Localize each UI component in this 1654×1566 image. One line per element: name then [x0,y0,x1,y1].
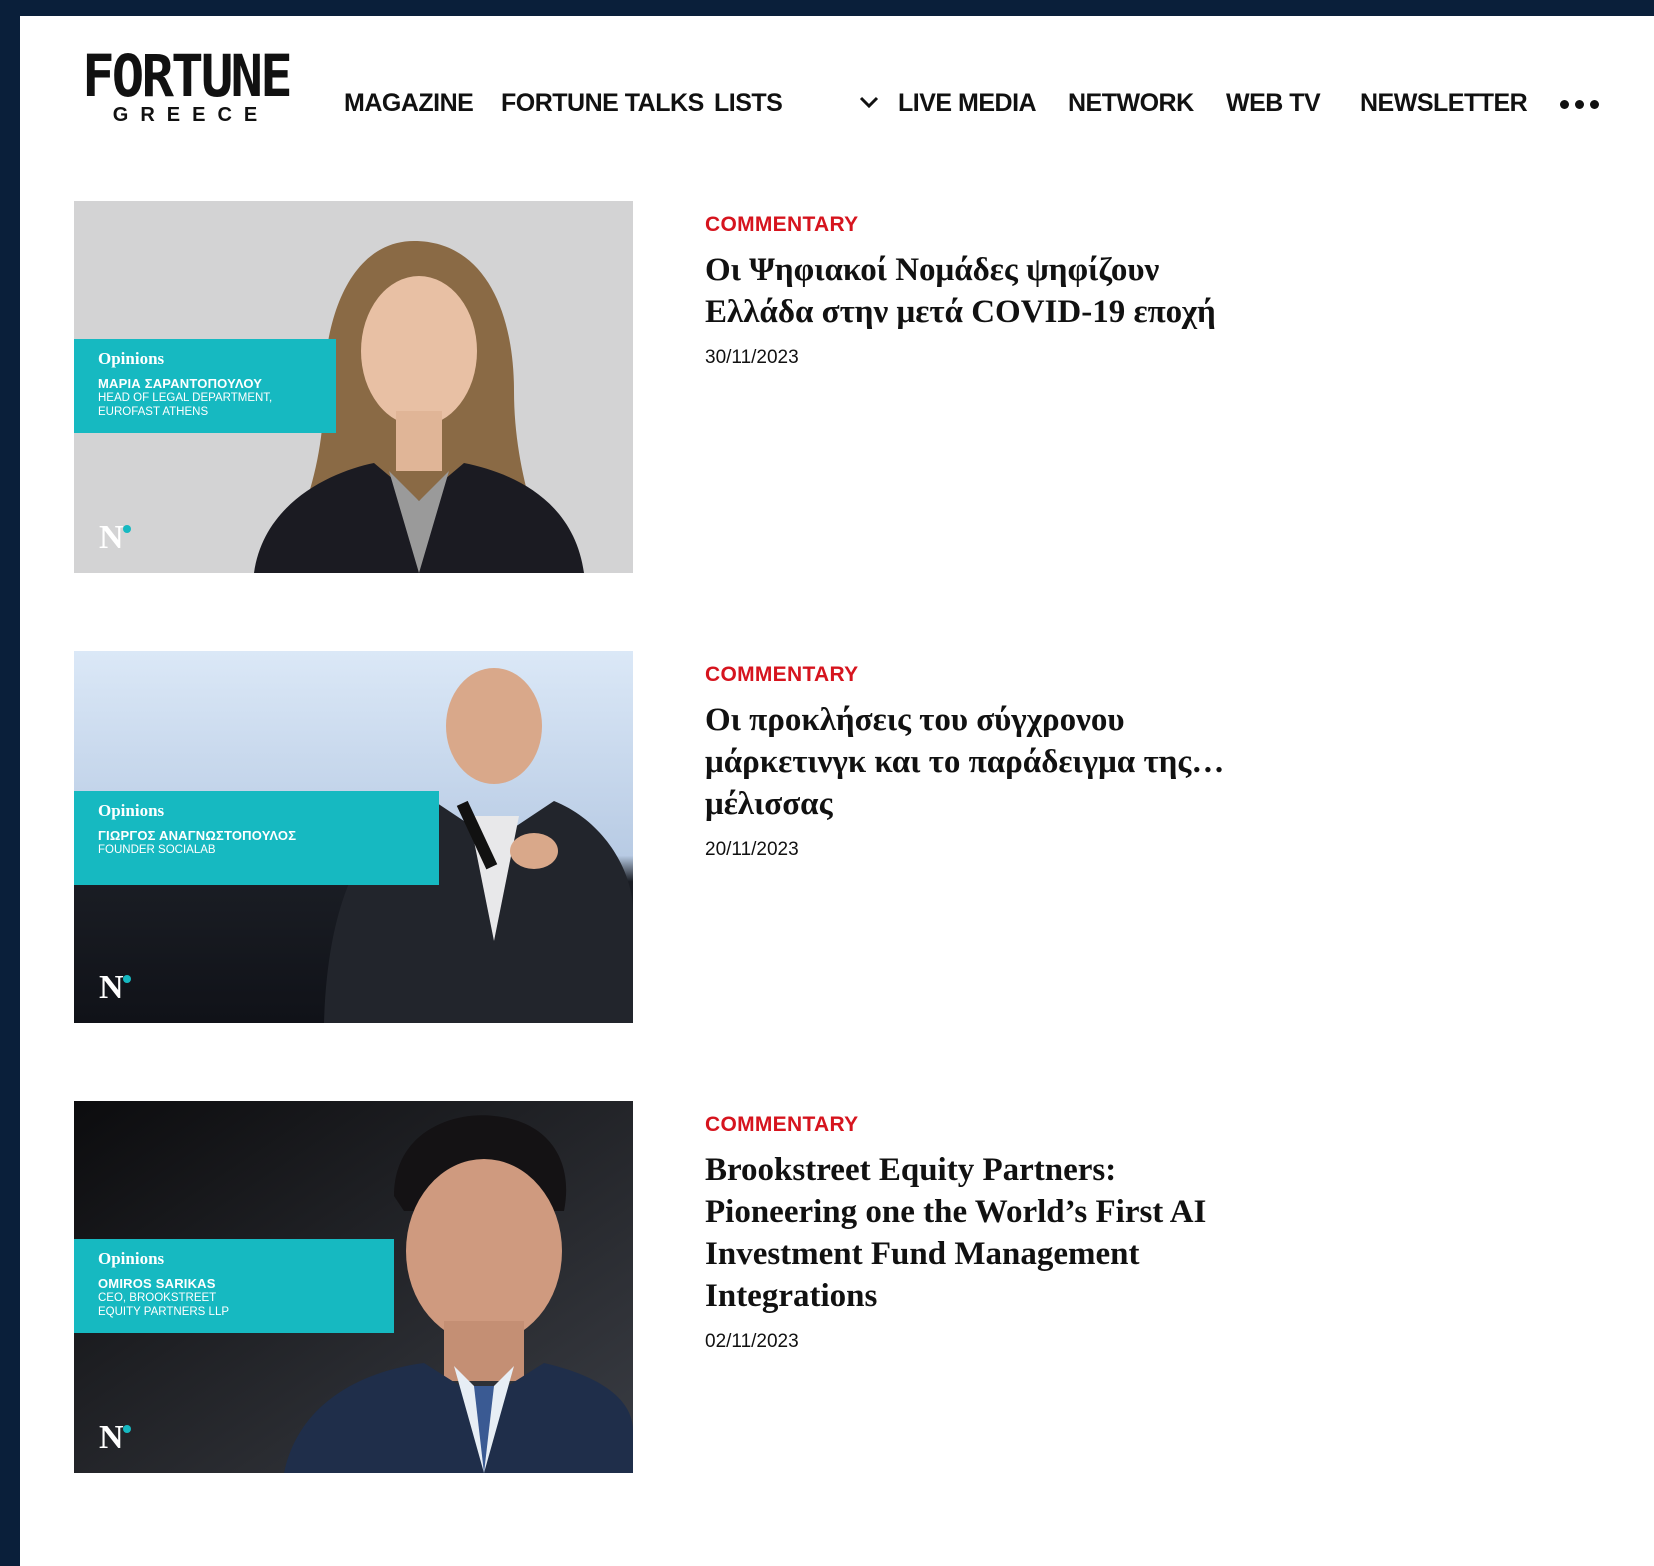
overlay-author-name: OMIROS SARIKAS [98,1276,216,1291]
article-thumbnail[interactable]: Opinions ΓΙΩΡΓΟΣ ΑΝΑΓΝΩΣΤΟΠΟΥΛΟΣ FOUNDER… [74,651,633,1023]
logo-wordmark: FORTUNE [82,42,293,110]
article-text: COMMENTARY Brookstreet Equity Partners: … [705,1101,1265,1353]
opinion-overlay: Opinions ΜΑΡΙΑ ΣΑΡΑΝΤΟΠΟΥΛΟΥ HEAD OF LEG… [74,339,336,433]
article-date: 20/11/2023 [705,839,799,860]
nav-item-live-media[interactable]: LIVE MEDIA [898,89,1037,118]
nav-item-network[interactable]: NETWORK [1068,89,1194,118]
article-category[interactable]: COMMENTARY [705,663,1265,687]
article-card: Opinions ΜΑΡΙΑ ΣΑΡΑΝΤΟΠΟΥΛΟΥ HEAD OF LEG… [74,201,1574,576]
overlay-label: Opinions [98,801,165,820]
article-title[interactable]: Οι προκλήσεις του σύγχρονου μάρκετινγκ κ… [705,699,1265,825]
page-frame: FORTUNE GREECE MAGAZINE FORTUNE TALKS LI… [20,16,1654,1566]
nav-item-magazine[interactable]: MAGAZINE [344,89,474,118]
article-text: COMMENTARY Οι Ψηφιακοί Νομάδες ψηφίζουν … [705,201,1265,369]
overlay-author-role: CEO, BROOKSTREET EQUITY PARTNERS LLP [98,1292,230,1318]
article-thumbnail[interactable]: Opinions ΜΑΡΙΑ ΣΑΡΑΝΤΟΠΟΥΛΟΥ HEAD OF LEG… [74,201,633,573]
overlay-author-role: HEAD OF LEGAL DEPARTMENT, EUROFAST ATHEN… [98,392,273,418]
article-category[interactable]: COMMENTARY [705,1113,1265,1137]
overlay-author-name: ΓΙΩΡΓΟΣ ΑΝΑΓΝΩΣΤΟΠΟΥΛΟΣ [98,828,297,843]
article-date: 02/11/2023 [705,1331,799,1352]
brand-dot-icon [123,1425,131,1433]
article-title[interactable]: Οι Ψηφιακοί Νομάδες ψηφίζουν Ελλάδα στην… [705,249,1265,333]
overlay-label: Opinions [98,1249,165,1268]
article-text: COMMENTARY Οι προκλήσεις του σύγχρονου μ… [705,651,1265,861]
brand-n-icon: N [99,1419,124,1456]
opinion-overlay: Opinions ΓΙΩΡΓΟΣ ΑΝΑΓΝΩΣΤΟΠΟΥΛΟΣ FOUNDER… [74,791,439,885]
nav-item-lists[interactable]: LISTS [714,89,783,118]
opinion-overlay: Opinions OMIROS SARIKAS CEO, BROOKSTREET… [74,1239,394,1333]
nav-item-fortune-talks[interactable]: FORTUNE TALKS [501,89,704,118]
brand-n-icon: N [99,969,124,1006]
overlay-author-role: FOUNDER SOCIALAB [98,844,216,856]
more-dots-icon[interactable] [1560,100,1604,110]
article-card: Opinions OMIROS SARIKAS CEO, BROOKSTREET… [74,1101,1574,1476]
overlay-author-name: ΜΑΡΙΑ ΣΑΡΑΝΤΟΠΟΥΛΟΥ [98,376,263,391]
overlay-label: Opinions [98,349,165,368]
brand-n-icon: N [99,519,124,556]
brand-dot-icon [123,975,131,983]
chevron-down-icon[interactable] [858,95,880,109]
brand-dot-icon [123,525,131,533]
fortune-greece-logo[interactable]: FORTUNE GREECE [74,46,298,127]
article-date: 30/11/2023 [705,347,799,368]
article-category[interactable]: COMMENTARY [705,213,1265,237]
nav-item-newsletter[interactable]: NEWSLETTER [1360,89,1528,118]
nav-item-web-tv[interactable]: WEB TV [1226,89,1321,118]
article-card: Opinions ΓΙΩΡΓΟΣ ΑΝΑΓΝΩΣΤΟΠΟΥΛΟΣ FOUNDER… [74,651,1574,1026]
article-thumbnail[interactable]: Opinions OMIROS SARIKAS CEO, BROOKSTREET… [74,1101,633,1473]
article-title[interactable]: Brookstreet Equity Partners: Pioneering … [705,1149,1265,1317]
